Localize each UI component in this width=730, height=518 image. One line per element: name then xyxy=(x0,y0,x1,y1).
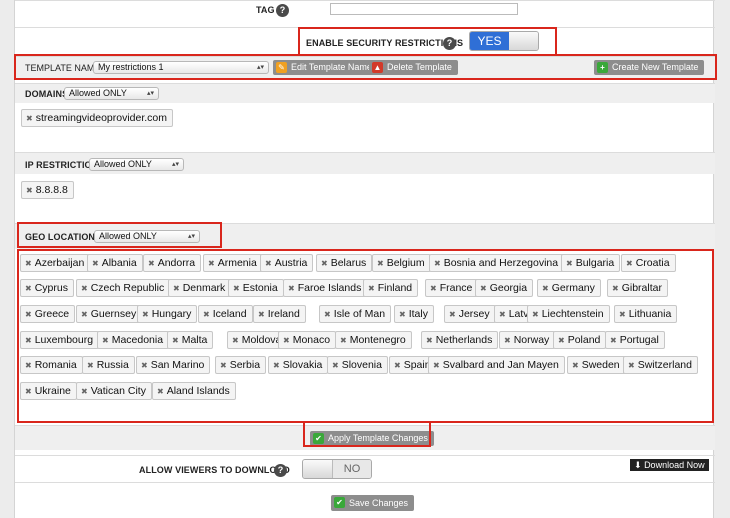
domains-label: DOMAINS xyxy=(25,89,69,99)
domains-body: ✖ streamingvideoprovider.com xyxy=(15,103,715,151)
ip-tag[interactable]: ✖ 8.8.8.8 xyxy=(21,181,74,199)
download-toggle[interactable]: NO xyxy=(302,459,372,479)
remove-icon[interactable]: ✖ xyxy=(26,114,33,123)
ip-mode-value: Allowed ONLY xyxy=(94,159,152,169)
ip-label: IP RESTRICTION xyxy=(25,160,99,170)
tag-label: TAG xyxy=(256,5,275,15)
highlight-security xyxy=(298,27,557,57)
domains-mode-value: Allowed ONLY xyxy=(69,88,127,98)
domain-tag-text: streamingvideoprovider.com xyxy=(35,112,168,124)
chevron-down-icon: ▴▾ xyxy=(171,161,179,168)
remove-icon[interactable]: ✖ xyxy=(26,186,33,195)
ip-body: ✖ 8.8.8.8 xyxy=(15,174,715,222)
tag-row: TAG ? xyxy=(15,0,715,22)
ip-mode-select[interactable]: Allowed ONLY ▴▾ xyxy=(89,158,184,171)
highlight-geo-list xyxy=(17,249,714,423)
arrow-down-icon: ⬇ xyxy=(634,460,642,470)
download-row: ALLOW VIEWERS TO DOWNLOAD ? NO ⬇ Downloa… xyxy=(15,455,715,483)
tag-help-icon[interactable]: ? xyxy=(276,4,289,17)
highlight-apply xyxy=(303,421,431,447)
ip-tag-text: 8.8.8.8 xyxy=(35,184,68,196)
highlight-template xyxy=(14,54,717,80)
settings-panel: TAG ? ENABLE SECURITY RESTRICTIONS ? YES… xyxy=(14,0,717,518)
save-changes-label: Save Changes xyxy=(349,498,409,508)
domains-header: DOMAINS Allowed ONLY ▴▾ xyxy=(15,83,715,103)
highlight-geo-mode xyxy=(17,222,222,248)
tag-input[interactable] xyxy=(330,3,518,15)
check-icon: ✔ xyxy=(334,497,345,508)
download-toggle-off: NO xyxy=(333,460,371,478)
download-now-label: Download Now xyxy=(644,460,705,470)
save-changes-button[interactable]: ✔ Save Changes xyxy=(331,495,415,511)
chevron-down-icon: ▴▾ xyxy=(146,90,154,97)
download-now-button[interactable]: ⬇ Download Now xyxy=(630,459,709,471)
domain-tag[interactable]: ✖ streamingvideoprovider.com xyxy=(21,109,174,127)
download-help-icon[interactable]: ? xyxy=(274,464,287,477)
download-toggle-knob xyxy=(303,460,333,478)
domains-mode-select[interactable]: Allowed ONLY ▴▾ xyxy=(64,87,159,100)
download-label: ALLOW VIEWERS TO DOWNLOAD xyxy=(139,465,290,475)
ip-header: IP RESTRICTION Allowed ONLY ▴▾ xyxy=(15,152,715,174)
